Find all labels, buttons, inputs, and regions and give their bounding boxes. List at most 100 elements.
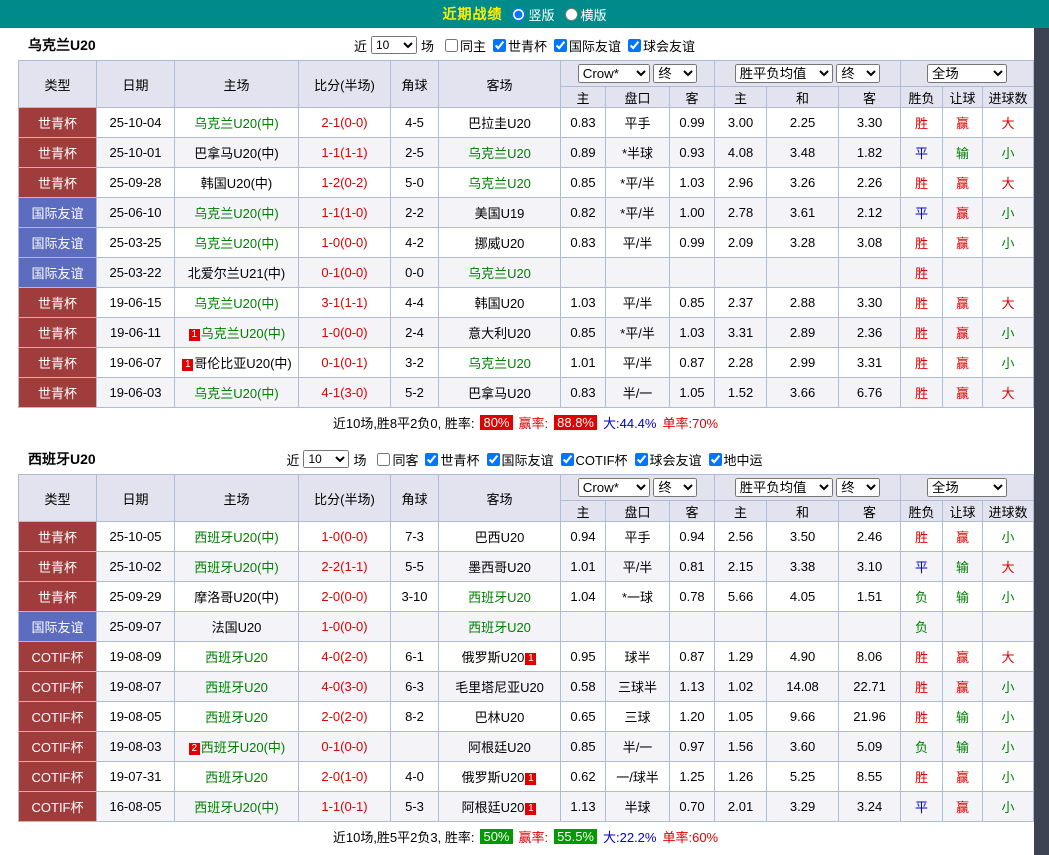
away-team-link[interactable]: 巴林U20 xyxy=(475,710,525,725)
away-team-link[interactable]: 俄罗斯U20 xyxy=(462,770,525,785)
filter-checkbox[interactable] xyxy=(425,453,438,466)
home-team-link[interactable]: 法国U20 xyxy=(212,620,262,635)
scope-select[interactable]: 全场 xyxy=(927,478,1007,497)
home-team-link[interactable]: 西班牙U20 xyxy=(205,710,268,725)
goals-result: 大 xyxy=(983,168,1034,198)
home-team-link[interactable]: 西班牙U20(中) xyxy=(201,740,286,755)
avg-draw xyxy=(767,612,839,642)
odds-away: 0.78 xyxy=(670,582,715,612)
home-team-link[interactable]: 西班牙U20 xyxy=(205,680,268,695)
away-team-link[interactable]: 阿根廷U20 xyxy=(468,740,531,755)
landscape-radio-label[interactable]: 横版 xyxy=(565,5,607,24)
filter-checkbox[interactable] xyxy=(445,39,458,52)
away-team-link[interactable]: 阿根廷U20 xyxy=(462,800,525,815)
recent-count-select[interactable]: 10 xyxy=(371,36,417,54)
home-team: 西班牙U20 xyxy=(175,702,299,732)
away-team-link[interactable]: 巴拉圭U20 xyxy=(468,116,531,131)
corners: 4-2 xyxy=(391,228,439,258)
wdl-time-select[interactable]: 终 xyxy=(836,478,880,497)
filter-COTIF杯[interactable]: COTIF杯 xyxy=(554,450,628,469)
away-team-link[interactable]: 挪威U20 xyxy=(475,236,525,251)
filter-球会友谊[interactable]: 球会友谊 xyxy=(628,450,702,469)
home-team-link[interactable]: 乌克兰U20(中) xyxy=(194,116,279,131)
filter-同主[interactable]: 同主 xyxy=(438,36,486,55)
home-team-link[interactable]: 韩国U20(中) xyxy=(201,176,273,191)
portrait-radio-label[interactable]: 竖版 xyxy=(512,5,554,24)
match-date: 19-06-11 xyxy=(97,318,175,348)
away-team-link[interactable]: 意大利U20 xyxy=(468,326,531,341)
odds-company-select[interactable]: Crow* xyxy=(578,478,650,497)
filter-世青杯[interactable]: 世青杯 xyxy=(486,36,547,55)
home-team-link[interactable]: 北爱尔兰U21(中) xyxy=(188,266,286,281)
odds-home: 0.85 xyxy=(561,318,606,348)
filter-世青杯[interactable]: 世青杯 xyxy=(418,450,479,469)
home-team-link[interactable]: 乌克兰U20(中) xyxy=(194,236,279,251)
away-team-link[interactable]: 毛里塔尼亚U20 xyxy=(455,680,544,695)
col-result: 胜负 xyxy=(901,501,943,522)
home-team-link[interactable]: 乌克兰U20(中) xyxy=(194,296,279,311)
match-type: 国际友谊 xyxy=(19,258,97,288)
filter-checkbox[interactable] xyxy=(493,39,506,52)
filter-地中运[interactable]: 地中运 xyxy=(702,450,763,469)
away-team-link[interactable]: 乌克兰U20 xyxy=(468,176,531,191)
home-team-link[interactable]: 西班牙U20 xyxy=(205,770,268,785)
score: 2-0(2-0) xyxy=(299,702,391,732)
avg-draw xyxy=(767,258,839,288)
match-type: 国际友谊 xyxy=(19,612,97,642)
home-team-link[interactable]: 摩洛哥U20(中) xyxy=(194,590,279,605)
landscape-radio[interactable] xyxy=(565,8,578,21)
home-team: 乌克兰U20(中) xyxy=(175,198,299,228)
wdl-average-select[interactable]: 胜平负均值 xyxy=(735,478,833,497)
filter-checkbox[interactable] xyxy=(377,453,390,466)
home-team-link[interactable]: 西班牙U20(中) xyxy=(194,800,279,815)
odds-away: 1.20 xyxy=(670,702,715,732)
away-team-link[interactable]: 乌克兰U20 xyxy=(468,266,531,281)
result: 负 xyxy=(901,732,943,762)
away-team-link[interactable]: 乌克兰U20 xyxy=(468,146,531,161)
filter-同客[interactable]: 同客 xyxy=(370,450,418,469)
summary-segment: 单率:60% xyxy=(662,827,718,846)
home-team-link[interactable]: 乌克兰U20(中) xyxy=(194,206,279,221)
filter-国际友谊[interactable]: 国际友谊 xyxy=(547,36,621,55)
wdl-average-select[interactable]: 胜平负均值 xyxy=(735,64,833,83)
odds-company-select[interactable]: Crow* xyxy=(578,64,650,83)
team-title: 乌克兰U20 xyxy=(28,35,96,55)
scrollbar[interactable] xyxy=(1034,28,1049,855)
away-team-link[interactable]: 美国U19 xyxy=(475,206,525,221)
recent-count-select[interactable]: 10 xyxy=(303,450,349,468)
filter-checkbox[interactable] xyxy=(487,453,500,466)
odds-time-select[interactable]: 终 xyxy=(653,478,697,497)
home-team-link[interactable]: 巴拿马U20(中) xyxy=(194,146,279,161)
filter-国际友谊[interactable]: 国际友谊 xyxy=(480,450,554,469)
filter-checkbox[interactable] xyxy=(561,453,574,466)
filter-checkbox[interactable] xyxy=(635,453,648,466)
away-team-link[interactable]: 韩国U20 xyxy=(475,296,525,311)
corners: 5-0 xyxy=(391,168,439,198)
away-team-link[interactable]: 俄罗斯U20 xyxy=(462,650,525,665)
scope-select[interactable]: 全场 xyxy=(927,64,1007,83)
odds-home: 0.83 xyxy=(561,108,606,138)
portrait-radio[interactable] xyxy=(512,8,525,21)
home-team-link[interactable]: 哥伦比亚U20(中) xyxy=(194,356,292,371)
odds-time-select[interactable]: 终 xyxy=(653,64,697,83)
away-team-link[interactable]: 西班牙U20 xyxy=(468,590,531,605)
home-team-link[interactable]: 西班牙U20(中) xyxy=(194,560,279,575)
filter-checkbox[interactable] xyxy=(628,39,641,52)
home-team-link[interactable]: 乌克兰U20(中) xyxy=(194,386,279,401)
away-team-link[interactable]: 乌克兰U20 xyxy=(468,356,531,371)
filter-checkbox[interactable] xyxy=(709,453,722,466)
home-team-link[interactable]: 西班牙U20(中) xyxy=(194,530,279,545)
away-team-link[interactable]: 巴拿马U20 xyxy=(468,386,531,401)
home-team-link[interactable]: 乌克兰U20(中) xyxy=(201,326,286,341)
away-team-link[interactable]: 墨西哥U20 xyxy=(468,560,531,575)
filter-checkbox[interactable] xyxy=(554,39,567,52)
wdl-time-select[interactable]: 终 xyxy=(836,64,880,83)
home-team-link[interactable]: 西班牙U20 xyxy=(205,650,268,665)
games-label: 场 xyxy=(353,450,366,469)
away-team: 阿根廷U20 xyxy=(439,732,561,762)
away-team-link[interactable]: 西班牙U20 xyxy=(468,620,531,635)
away-team-link[interactable]: 巴西U20 xyxy=(475,530,525,545)
filter-球会友谊[interactable]: 球会友谊 xyxy=(621,36,695,55)
avg-home: 2.15 xyxy=(715,552,767,582)
summary-segment: 近10场,胜5平2负3, 胜率: xyxy=(333,827,475,846)
